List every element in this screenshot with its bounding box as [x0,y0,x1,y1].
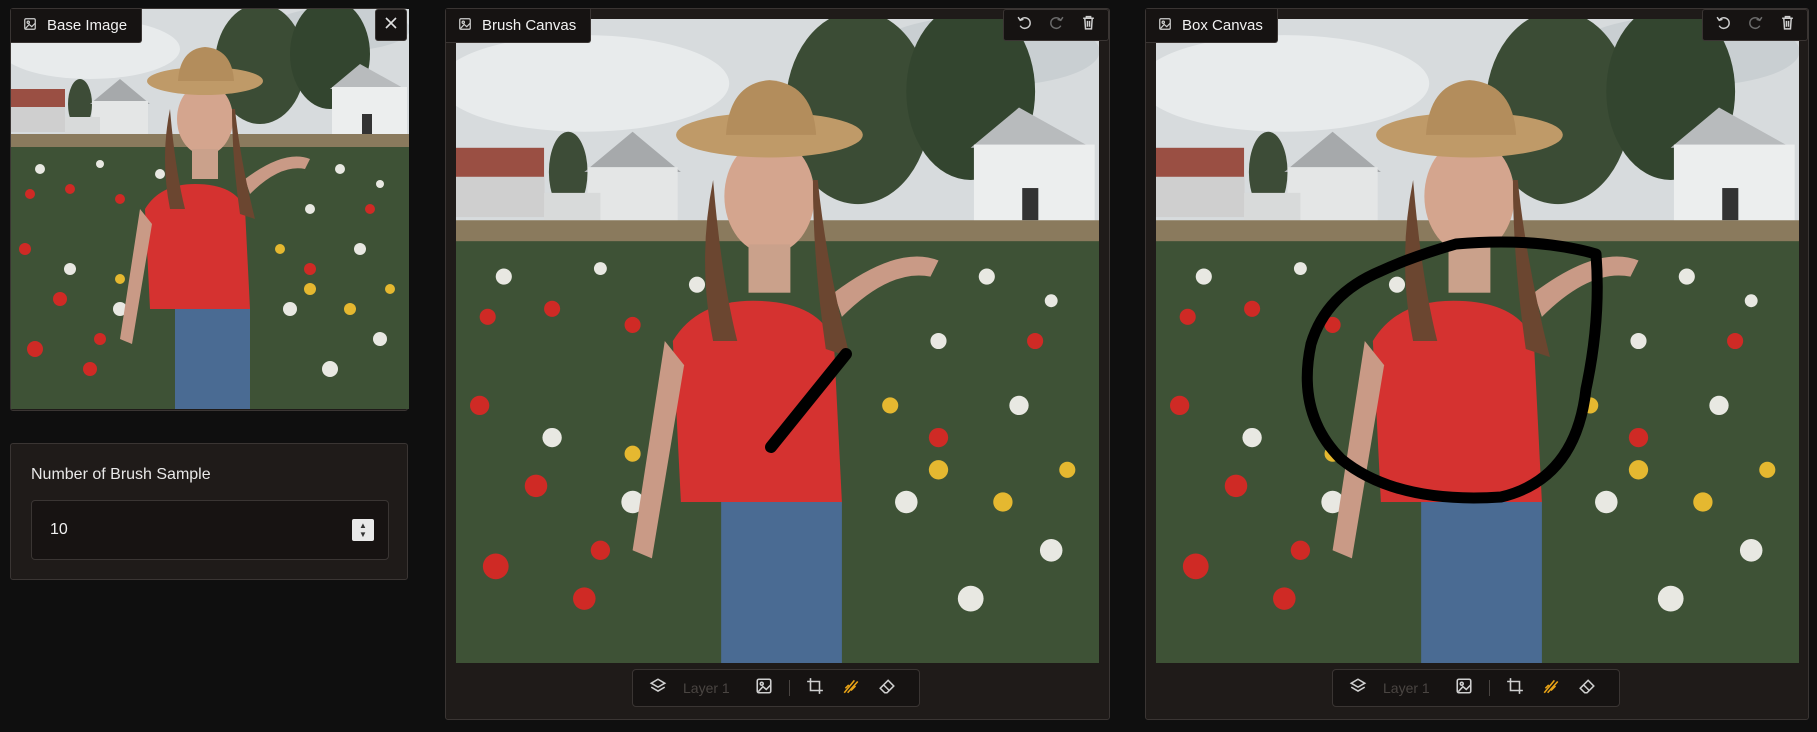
redo-button[interactable] [1741,13,1769,37]
eraser-icon [878,677,896,700]
brush-button[interactable] [1540,677,1562,699]
redo-button[interactable] [1042,13,1070,37]
box-canvas-tag: Box Canvas [1146,9,1278,43]
toolbar-divider [1489,680,1490,696]
layer-select[interactable]: Layer 1 [1383,680,1439,696]
layers-icon [1349,677,1367,700]
canvas-history-tools [1702,9,1808,41]
layers-button[interactable] [1347,677,1369,699]
brush-canvas-tag: Brush Canvas [446,9,592,43]
image-icon [1455,677,1473,700]
brush-sample-value: 10 [50,521,68,538]
trash-icon [1080,14,1097,36]
layers-button[interactable] [647,677,669,699]
box-canvas-image[interactable] [1156,19,1799,663]
clear-button[interactable] [1773,13,1801,37]
eraser-button[interactable] [876,677,898,699]
undo-button[interactable] [1709,13,1737,37]
layers-icon [649,677,667,700]
eraser-button[interactable] [1576,677,1598,699]
base-image-panel: Base Image [10,8,409,411]
brush-icon [842,677,860,700]
crop-icon [806,677,824,700]
canvas-history-tools [1003,9,1109,41]
brush-icon [1542,677,1560,700]
box-canvas-title: Box Canvas [1182,17,1263,34]
image-icon [458,17,472,35]
brush-canvas-toolbar: Layer 1 [632,669,920,707]
brush-sample-label: Number of Brush Sample [31,466,211,483]
brush-sample-input[interactable]: 10 ▲ ▼ [31,500,389,560]
base-image-tag: Base Image [11,9,143,43]
eraser-icon [1578,677,1596,700]
clear-button[interactable] [1074,13,1102,37]
chevron-up-icon[interactable]: ▲ [359,521,367,530]
trash-icon [1779,14,1796,36]
box-canvas-panel: Box Canvas Layer 1 [1145,8,1809,720]
brush-stroke [765,348,852,453]
number-stepper[interactable]: ▲ ▼ [352,519,374,541]
crop-button[interactable] [1504,677,1526,699]
upload-image-button[interactable] [1453,677,1475,699]
brush-button[interactable] [840,677,862,699]
crop-icon [1506,677,1524,700]
undo-icon [1016,14,1033,36]
box-stroke [1301,236,1603,504]
layer-select[interactable]: Layer 1 [683,680,739,696]
brush-canvas-panel: Brush Canvas Layer 1 [445,8,1110,720]
brush-canvas-image[interactable] [456,19,1099,663]
brush-sample-panel: Number of Brush Sample 10 ▲ ▼ [10,443,408,580]
brush-canvas-title: Brush Canvas [482,17,577,34]
redo-icon [1048,14,1065,36]
base-image [11,9,409,409]
close-button[interactable] [375,9,407,41]
crop-button[interactable] [804,677,826,699]
upload-image-button[interactable] [753,677,775,699]
undo-icon [1715,14,1732,36]
image-icon [1158,17,1172,35]
close-icon [383,15,399,36]
box-canvas-toolbar: Layer 1 [1332,669,1620,707]
redo-icon [1747,14,1764,36]
base-image-title: Base Image [47,17,128,34]
image-icon [23,17,37,35]
toolbar-divider [789,680,790,696]
image-icon [755,677,773,700]
chevron-down-icon[interactable]: ▼ [359,530,367,539]
undo-button[interactable] [1010,13,1038,37]
